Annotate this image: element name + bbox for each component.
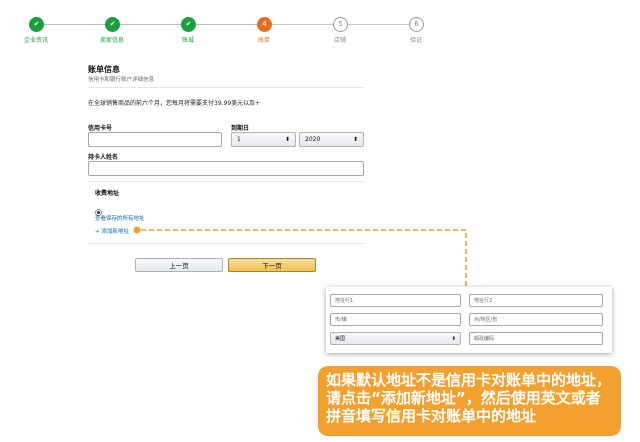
address-line2-input[interactable]: 地址行2: [469, 294, 603, 307]
city-input[interactable]: 市/镇: [330, 313, 461, 326]
country-value: 美国: [335, 336, 346, 342]
instruction-callout: 如果默认地址不是信用卡对账单中的地址，请点击“添加新地址”，然后使用英文或者拼音…: [318, 366, 621, 436]
zip-input[interactable]: 邮政编码: [469, 332, 603, 345]
address-line1-input[interactable]: 地址行1: [330, 294, 461, 307]
callout-text: 如果默认地址不是信用卡对账单中的地址，请点击“添加新地址”，然后使用英文或者拼音…: [326, 371, 612, 425]
new-address-form-panel: 地址行1 地址行2 市/镇 州/地区/省 美国 ⬍ 邮政编码: [326, 287, 612, 353]
select-chevron-icon: ⬍: [451, 335, 456, 342]
country-select[interactable]: 美国 ⬍: [330, 332, 461, 345]
state-input[interactable]: 州/地区/省: [469, 313, 603, 326]
